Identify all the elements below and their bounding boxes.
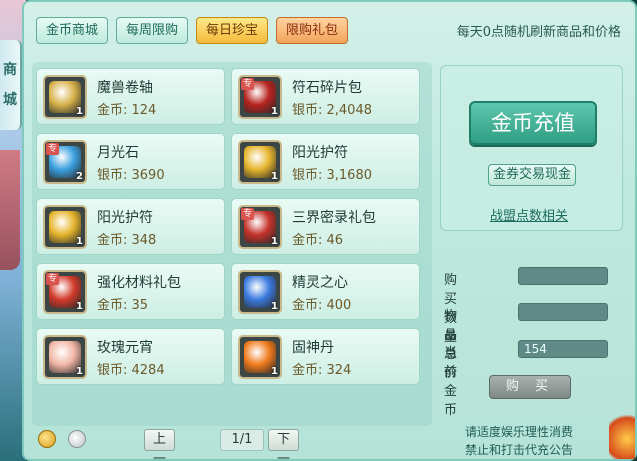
recharge-box: 金币充值 金券交易现金 战盟点数相关 [440, 65, 623, 231]
item-qty: 1 [271, 171, 278, 182]
item-name: 阳光护符 [97, 210, 153, 226]
current-gold-label: 当前金币 [444, 346, 458, 418]
guild-points-link[interactable]: 战盟点数相关 [490, 205, 568, 224]
notice-link[interactable]: 禁止和打击代充公告 [465, 441, 573, 459]
prev-page-button[interactable]: 上一页 [144, 429, 176, 461]
item-card[interactable]: 1 魔兽卷轴金币: 124 [36, 68, 225, 125]
total-price-value [518, 303, 608, 321]
refresh-note: 每天0点随机刷新商品和价格 [456, 25, 621, 40]
page-indicator: 1/1 [220, 429, 264, 451]
item-name: 符石碎片包 [292, 80, 362, 96]
item-qty: 1 [271, 366, 278, 377]
item-qty: 1 [76, 366, 83, 377]
item-card[interactable]: 1 阳光护符银币: 3,1680 [231, 133, 420, 190]
buy-button[interactable]: 购 买 [489, 375, 571, 399]
item-qty: 1 [76, 301, 83, 312]
item-qty: 1 [76, 106, 83, 117]
item-name: 月光石 [97, 145, 139, 161]
tab-gold-mall[interactable]: 金币商城 [36, 17, 109, 44]
item-slot: 1 [238, 140, 282, 184]
item-slot: 专1 [238, 205, 282, 249]
tab-daily-treasure[interactable]: 每日珍宝 [196, 17, 269, 44]
item-price: 金币: 400 [292, 298, 352, 313]
item-slot: 1 [43, 205, 87, 249]
item-name: 固神丹 [292, 340, 334, 356]
mall-scroll-tab[interactable]: 商 城 [0, 40, 22, 130]
item-price: 金币: 348 [97, 233, 157, 248]
gold-coin-icon[interactable] [38, 430, 56, 448]
item-slot: 1 [43, 335, 87, 379]
exclusive-badge: 专 [241, 208, 255, 220]
exclusive-badge: 专 [46, 273, 60, 285]
item-card[interactable]: 1 固神丹金币: 324 [231, 328, 420, 385]
item-slot: 专1 [43, 270, 87, 314]
exchange-button[interactable]: 金券交易现金 [488, 164, 577, 186]
item-card[interactable]: 1 精灵之心金币: 400 [231, 263, 420, 320]
item-slot: 1 [238, 335, 282, 379]
item-price: 银币: 4284 [97, 363, 165, 378]
item-name: 三界密录礼包 [292, 210, 376, 226]
item-price: 银币: 3690 [97, 168, 165, 183]
item-grid: 1 魔兽卷轴 金币: 124 专 1 符石碎片包 银币: 2,4048 专 2 月光石 银币: 36… [32, 62, 432, 426]
next-page-button[interactable]: 下一页 [268, 429, 300, 461]
scroll-char: 商 [3, 62, 17, 78]
item-slot: 专1 [238, 75, 282, 119]
item-card[interactable]: 专 1 强化材料礼包 金币: 35 [36, 263, 225, 320]
item-card[interactable]: 1 阳光护符金币: 348 [36, 198, 225, 255]
item-card[interactable]: 专 1 符石碎片包 银币: 2,4048 [231, 68, 420, 125]
item-qty: 1 [271, 236, 278, 247]
corner-decoration [609, 409, 635, 459]
item-name: 精灵之心 [292, 275, 348, 291]
item-slot: 1 [43, 75, 87, 119]
item-qty: 1 [271, 301, 278, 312]
item-qty: 1 [271, 106, 278, 117]
item-qty: 1 [76, 236, 83, 247]
current-gold-value: 154 [518, 340, 608, 358]
shop-panel: 金币商城 每周限购 每日珍宝 限购礼包 每天0点随机刷新商品和价格 1 魔兽卷轴金… [22, 0, 637, 461]
buy-qty-input[interactable] [518, 267, 608, 285]
item-card[interactable]: 1 玫瑰元宵银币: 4284 [36, 328, 225, 385]
exclusive-badge: 专 [46, 143, 60, 155]
item-name: 强化材料礼包 [97, 275, 181, 291]
item-price: 银币: 3,1680 [292, 168, 372, 183]
item-price: 金币: 46 [292, 233, 344, 248]
shop-tabs: 金币商城 每周限购 每日珍宝 限购礼包 [36, 17, 349, 44]
item-card[interactable]: 专 1 三界密录礼包 金币: 46 [231, 198, 420, 255]
item-price: 金币: 324 [292, 363, 352, 378]
item-name: 玫瑰元宵 [97, 340, 153, 356]
exclusive-badge: 专 [241, 78, 255, 90]
silver-coin-icon[interactable] [68, 430, 86, 448]
item-slot: 1 [238, 270, 282, 314]
item-card[interactable]: 专 2 月光石 银币: 3690 [36, 133, 225, 190]
notice-line: 请适度娱乐理性消费 [465, 425, 574, 439]
item-name: 魔兽卷轴 [97, 80, 153, 96]
item-name: 阳光护符 [292, 145, 348, 161]
item-price: 银币: 2,4048 [292, 103, 372, 118]
gold-recharge-button[interactable]: 金币充值 [469, 101, 597, 145]
scroll-char: 城 [3, 92, 17, 108]
item-price: 金币: 124 [97, 103, 157, 118]
tab-limited-gift[interactable]: 限购礼包 [276, 17, 349, 44]
item-slot: 专2 [43, 140, 87, 184]
item-qty: 2 [76, 171, 83, 182]
tab-weekly-limit[interactable]: 每周限购 [116, 17, 189, 44]
ribbon-decoration [0, 150, 20, 270]
notice-text: 请适度娱乐理性消费 禁止和打击代充公告 [465, 423, 573, 459]
item-price: 金币: 35 [97, 298, 149, 313]
